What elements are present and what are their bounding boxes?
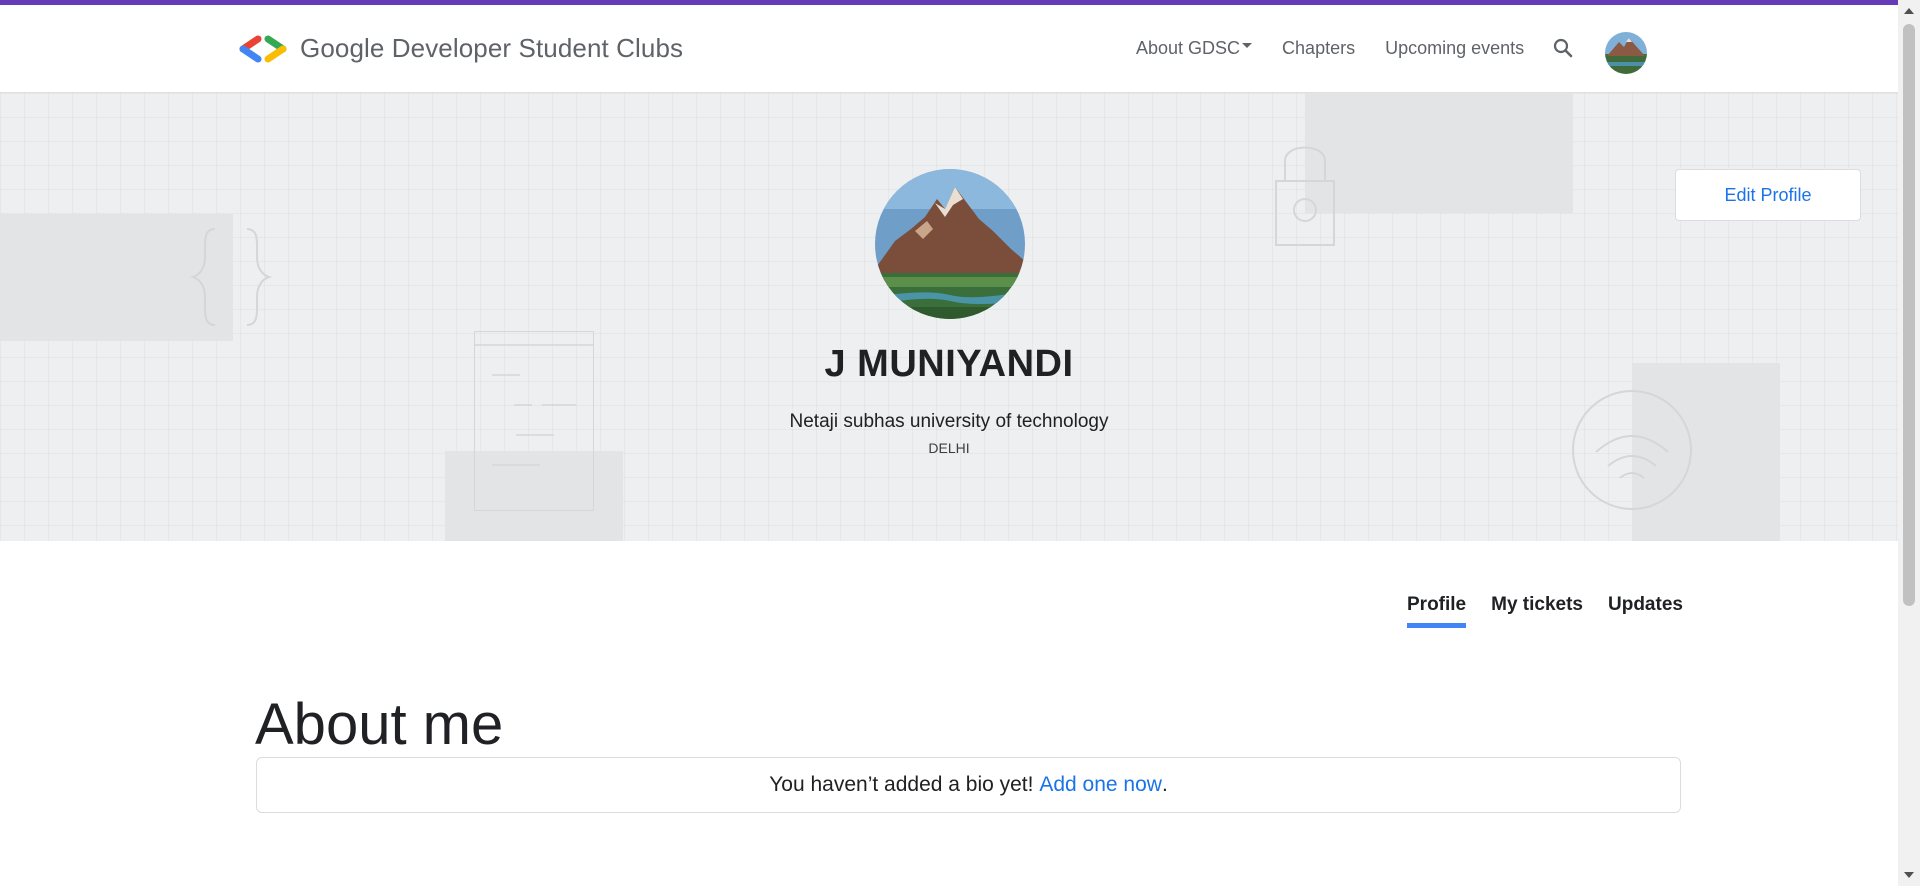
user-avatar[interactable] (1605, 32, 1647, 74)
site-header: Google Developer Student Clubs About GDS… (0, 5, 1898, 93)
main-nav: About GDSC Chapters Upcoming events (1136, 38, 1554, 59)
page-scrollbar[interactable] (1898, 0, 1920, 886)
profile-name: J MUNIYANDI (824, 343, 1074, 385)
add-bio-link[interactable]: Add one now (1039, 773, 1162, 797)
scroll-up-icon[interactable] (1904, 8, 1914, 14)
edit-profile-button[interactable]: Edit Profile (1675, 169, 1861, 221)
tab-profile[interactable]: Profile (1407, 594, 1467, 628)
bio-empty-text: You haven’t added a bio yet! (769, 773, 1034, 796)
lock-icon (1275, 146, 1335, 246)
mountain-photo (875, 169, 1025, 319)
brand[interactable]: Google Developer Student Clubs (236, 33, 683, 64)
profile-tabs: Profile My tickets Updates (1407, 594, 1708, 628)
bio-period: . (1161, 773, 1168, 796)
about-heading: About me (255, 691, 504, 757)
brand-title: Google Developer Student Clubs (300, 33, 684, 63)
gdsc-logo-icon (239, 35, 287, 62)
bio-panel: You haven’t added a bio yet! Add one now… (256, 757, 1681, 813)
profile-school: Netaji subhas university of technology (789, 411, 1109, 432)
mountain-photo (1605, 32, 1647, 74)
curly-braces-icon (189, 228, 273, 326)
nav-chapters[interactable]: Chapters (1282, 38, 1355, 59)
nav-upcoming-events[interactable]: Upcoming events (1385, 38, 1524, 59)
caret-down-icon (1242, 42, 1253, 48)
search-icon[interactable] (1552, 37, 1574, 59)
profile-avatar (875, 169, 1025, 319)
decor-block (1305, 93, 1573, 213)
nav-about-label: About GDSC (1136, 38, 1241, 58)
nav-about-gdsc[interactable]: About GDSC (1136, 38, 1253, 59)
tab-my-tickets[interactable]: My tickets (1491, 594, 1583, 628)
scroll-down-icon[interactable] (1904, 872, 1914, 878)
profile-city: DELHI (928, 440, 970, 456)
profile-banner: J MUNIYANDI Netaji subhas university of … (0, 93, 1898, 541)
scroll-thumb[interactable] (1903, 24, 1915, 606)
tab-updates[interactable]: Updates (1608, 594, 1683, 628)
